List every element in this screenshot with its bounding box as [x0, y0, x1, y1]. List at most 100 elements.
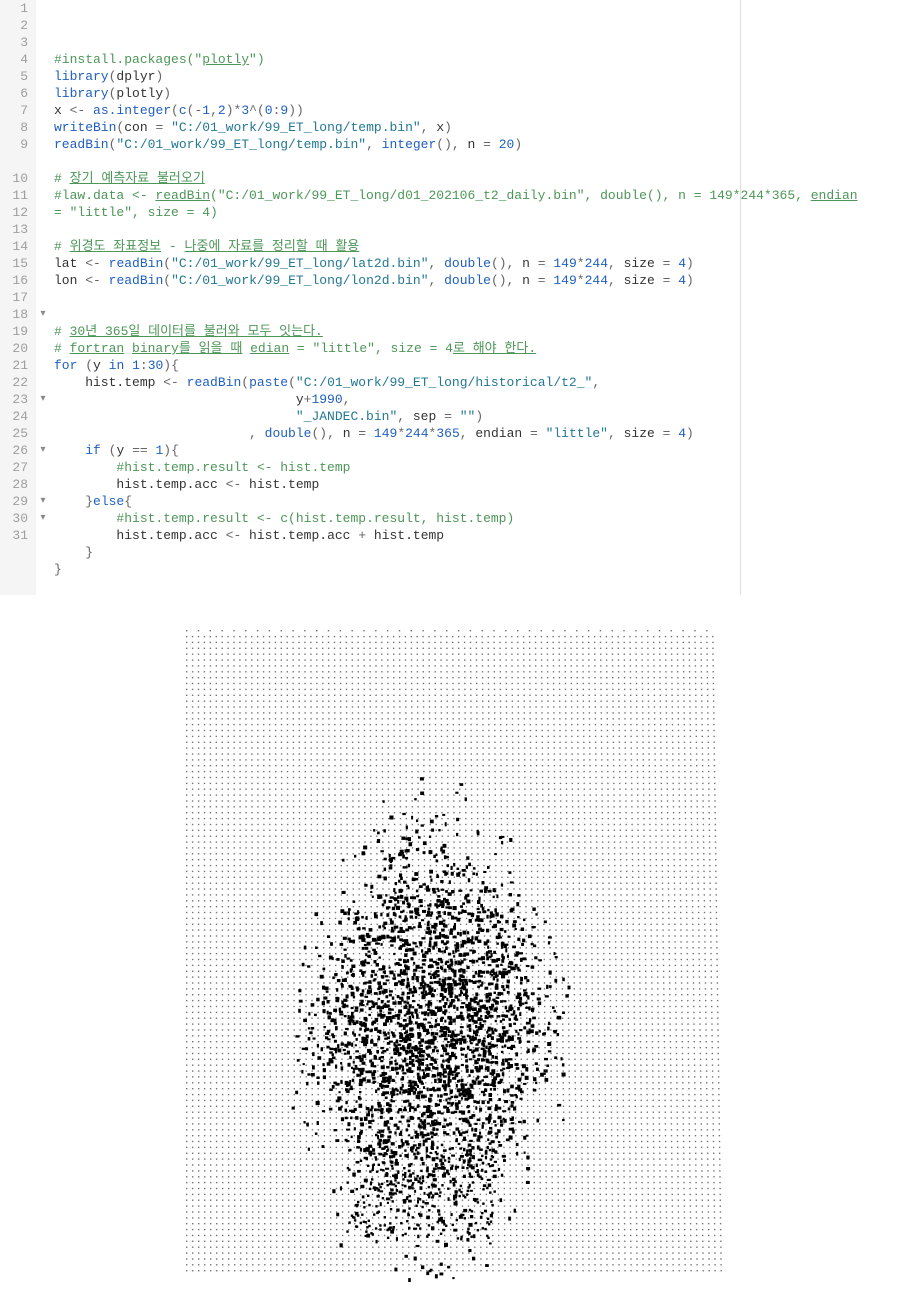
fold-toggle-icon[interactable]: ▾ — [36, 493, 50, 510]
fold-spacer — [36, 187, 50, 204]
fold-spacer — [36, 34, 50, 51]
plot-panel — [0, 595, 898, 1285]
fold-spacer — [36, 289, 50, 306]
line-number: 23 — [4, 391, 28, 408]
code-area[interactable]: #install.packages("plotly")library(dplyr… — [50, 0, 898, 595]
fold-spacer — [36, 221, 50, 238]
line-number — [4, 153, 28, 170]
line-number: 18 — [4, 306, 28, 323]
fold-spacer — [36, 374, 50, 391]
line-number: 29 — [4, 493, 28, 510]
line-number: 22 — [4, 374, 28, 391]
code-line[interactable]: library(plotly) — [54, 85, 898, 102]
fold-spacer — [36, 204, 50, 221]
fold-spacer — [36, 17, 50, 34]
fold-spacer — [36, 153, 50, 170]
code-line[interactable]: if (y == 1){ — [54, 442, 898, 459]
fold-toggle-icon[interactable]: ▾ — [36, 510, 50, 527]
fold-spacer — [36, 102, 50, 119]
fold-spacer — [36, 459, 50, 476]
code-line[interactable]: # 장기 예측자료 불러오기 — [54, 170, 898, 187]
fold-spacer — [36, 0, 50, 17]
code-line[interactable]: readBin("C:/01_work/99_ET_long/temp.bin"… — [54, 136, 898, 153]
line-number: 3 — [4, 34, 28, 51]
code-line[interactable]: # 30년 365일 데이터를 불러와 모두 잇는다. — [54, 323, 898, 340]
code-line[interactable] — [54, 289, 898, 306]
fold-spacer — [36, 51, 50, 68]
code-line[interactable]: hist.temp.acc <- hist.temp.acc + hist.te… — [54, 527, 898, 544]
code-line[interactable]: # 위경도 좌표정보 - 나중에 자료를 정리할 때 활용 — [54, 238, 898, 255]
line-number: 30 — [4, 510, 28, 527]
code-line[interactable] — [54, 153, 898, 170]
line-number: 9 — [4, 136, 28, 153]
code-line[interactable]: "_JANDEC.bin", sep = "") — [54, 408, 898, 425]
line-number: 26 — [4, 442, 28, 459]
code-line[interactable]: } — [54, 561, 898, 578]
fold-toggle-icon[interactable]: ▾ — [36, 442, 50, 459]
fold-spacer — [36, 255, 50, 272]
line-number: 11 — [4, 187, 28, 204]
scatter-svg — [169, 625, 729, 1285]
line-number: 10 — [4, 170, 28, 187]
code-line[interactable]: for (y in 1:30){ — [54, 357, 898, 374]
line-number: 13 — [4, 221, 28, 238]
line-number: 24 — [4, 408, 28, 425]
code-line[interactable] — [54, 221, 898, 238]
code-line[interactable]: } — [54, 544, 898, 561]
code-line[interactable]: #law.data <- readBin("C:/01_work/99_ET_l… — [54, 187, 898, 204]
fold-spacer — [36, 527, 50, 544]
code-line[interactable]: y+1990, — [54, 391, 898, 408]
code-line[interactable]: library(dplyr) — [54, 68, 898, 85]
code-line[interactable]: x <- as.integer(c(-1,2)*3^(0:9)) — [54, 102, 898, 119]
line-number: 7 — [4, 102, 28, 119]
code-editor[interactable]: 1234567891011121314151617181920212223242… — [0, 0, 898, 595]
line-number: 28 — [4, 476, 28, 493]
line-number: 25 — [4, 425, 28, 442]
fold-spacer — [36, 425, 50, 442]
code-line[interactable]: lat <- readBin("C:/01_work/99_ET_long/la… — [54, 255, 898, 272]
code-line[interactable]: hist.temp.acc <- hist.temp — [54, 476, 898, 493]
fold-spacer — [36, 357, 50, 374]
line-number: 16 — [4, 272, 28, 289]
code-line[interactable]: }else{ — [54, 493, 898, 510]
code-line[interactable]: # fortran binary를 읽을 때 edian = "little",… — [54, 340, 898, 357]
code-line[interactable]: hist.temp <- readBin(paste("C:/01_work/9… — [54, 374, 898, 391]
line-number: 19 — [4, 323, 28, 340]
code-line[interactable]: = "little", size = 4) — [54, 204, 898, 221]
fold-spacer — [36, 272, 50, 289]
fold-spacer — [36, 136, 50, 153]
line-number: 6 — [4, 85, 28, 102]
line-number: 4 — [4, 51, 28, 68]
margin-ruler — [740, 0, 741, 595]
fold-toggle-icon[interactable]: ▾ — [36, 306, 50, 323]
line-number-gutter: 1234567891011121314151617181920212223242… — [0, 0, 36, 595]
line-number: 8 — [4, 119, 28, 136]
fold-gutter[interactable]: ▾▾▾▾▾ — [36, 0, 50, 595]
scatter-plot — [169, 625, 729, 1285]
code-line[interactable]: lon <- readBin("C:/01_work/99_ET_long/lo… — [54, 272, 898, 289]
fold-spacer — [36, 85, 50, 102]
code-line[interactable]: writeBin(con = "C:/01_work/99_ET_long/te… — [54, 119, 898, 136]
line-number: 15 — [4, 255, 28, 272]
line-number: 27 — [4, 459, 28, 476]
code-line[interactable] — [54, 306, 898, 323]
line-number: 5 — [4, 68, 28, 85]
fold-spacer — [36, 119, 50, 136]
line-number: 12 — [4, 204, 28, 221]
fold-spacer — [36, 476, 50, 493]
code-line[interactable] — [54, 578, 898, 595]
code-line[interactable]: #install.packages("plotly") — [54, 51, 898, 68]
code-line[interactable]: , double(), n = 149*244*365, endian = "l… — [54, 425, 898, 442]
line-number: 20 — [4, 340, 28, 357]
code-line[interactable]: #hist.temp.result <- hist.temp — [54, 459, 898, 476]
fold-toggle-icon[interactable]: ▾ — [36, 391, 50, 408]
fold-spacer — [36, 340, 50, 357]
line-number: 2 — [4, 17, 28, 34]
line-number: 1 — [4, 0, 28, 17]
code-line[interactable]: #hist.temp.result <- c(hist.temp.result,… — [54, 510, 898, 527]
line-number: 17 — [4, 289, 28, 306]
line-number: 21 — [4, 357, 28, 374]
fold-spacer — [36, 238, 50, 255]
fold-spacer — [36, 323, 50, 340]
fold-spacer — [36, 408, 50, 425]
